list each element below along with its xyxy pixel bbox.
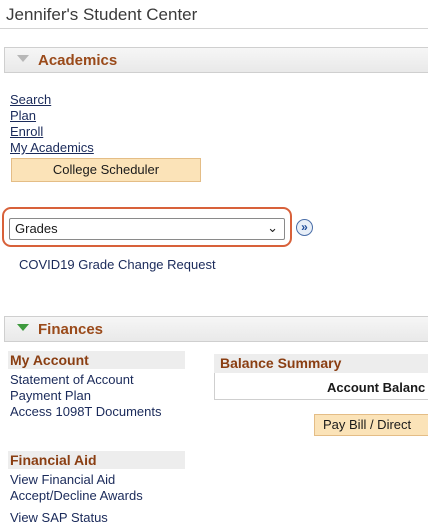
academics-header-label: Academics bbox=[38, 52, 118, 69]
balance-summary-heading: Balance Summary bbox=[214, 354, 428, 373]
statement-of-account-link[interactable]: Statement of Account bbox=[10, 372, 134, 388]
my-account-heading: My Account bbox=[8, 351, 185, 369]
my-academics-link[interactable]: My Academics bbox=[10, 140, 94, 156]
financial-aid-heading: Financial Aid bbox=[8, 451, 185, 469]
chevron-down-icon[interactable]: ⌄ bbox=[267, 220, 278, 236]
finances-section-header[interactable]: Finances bbox=[4, 316, 428, 342]
academics-navigation-select[interactable]: Grades ⌄ bbox=[9, 218, 285, 240]
access-1098t-link[interactable]: Access 1098T Documents bbox=[10, 404, 162, 420]
title-divider bbox=[0, 28, 428, 29]
college-scheduler-button[interactable]: College Scheduler bbox=[11, 158, 201, 182]
triangle-down-icon[interactable] bbox=[17, 324, 29, 331]
search-link[interactable]: Search bbox=[10, 92, 51, 108]
finances-header-label: Finances bbox=[38, 321, 104, 338]
enroll-link[interactable]: Enroll bbox=[10, 124, 43, 140]
account-balance-column-header: Account Balanc bbox=[327, 380, 426, 395]
pay-bill-button[interactable]: Pay Bill / Direct bbox=[314, 414, 428, 436]
triangle-down-icon[interactable] bbox=[17, 55, 29, 62]
academics-section-header[interactable]: Academics bbox=[4, 47, 428, 73]
view-sap-status-link[interactable]: View SAP Status bbox=[10, 510, 108, 526]
select-value: Grades bbox=[15, 221, 58, 236]
page-title: Jennifer's Student Center bbox=[6, 5, 198, 24]
payment-plan-link[interactable]: Payment Plan bbox=[10, 388, 91, 404]
double-chevron-right-icon[interactable]: » bbox=[296, 219, 313, 236]
plan-link[interactable]: Plan bbox=[10, 108, 36, 124]
accept-decline-awards-link[interactable]: Accept/Decline Awards bbox=[10, 488, 143, 504]
view-financial-aid-link[interactable]: View Financial Aid bbox=[10, 472, 115, 488]
covid-grade-change-link[interactable]: COVID19 Grade Change Request bbox=[19, 257, 216, 273]
